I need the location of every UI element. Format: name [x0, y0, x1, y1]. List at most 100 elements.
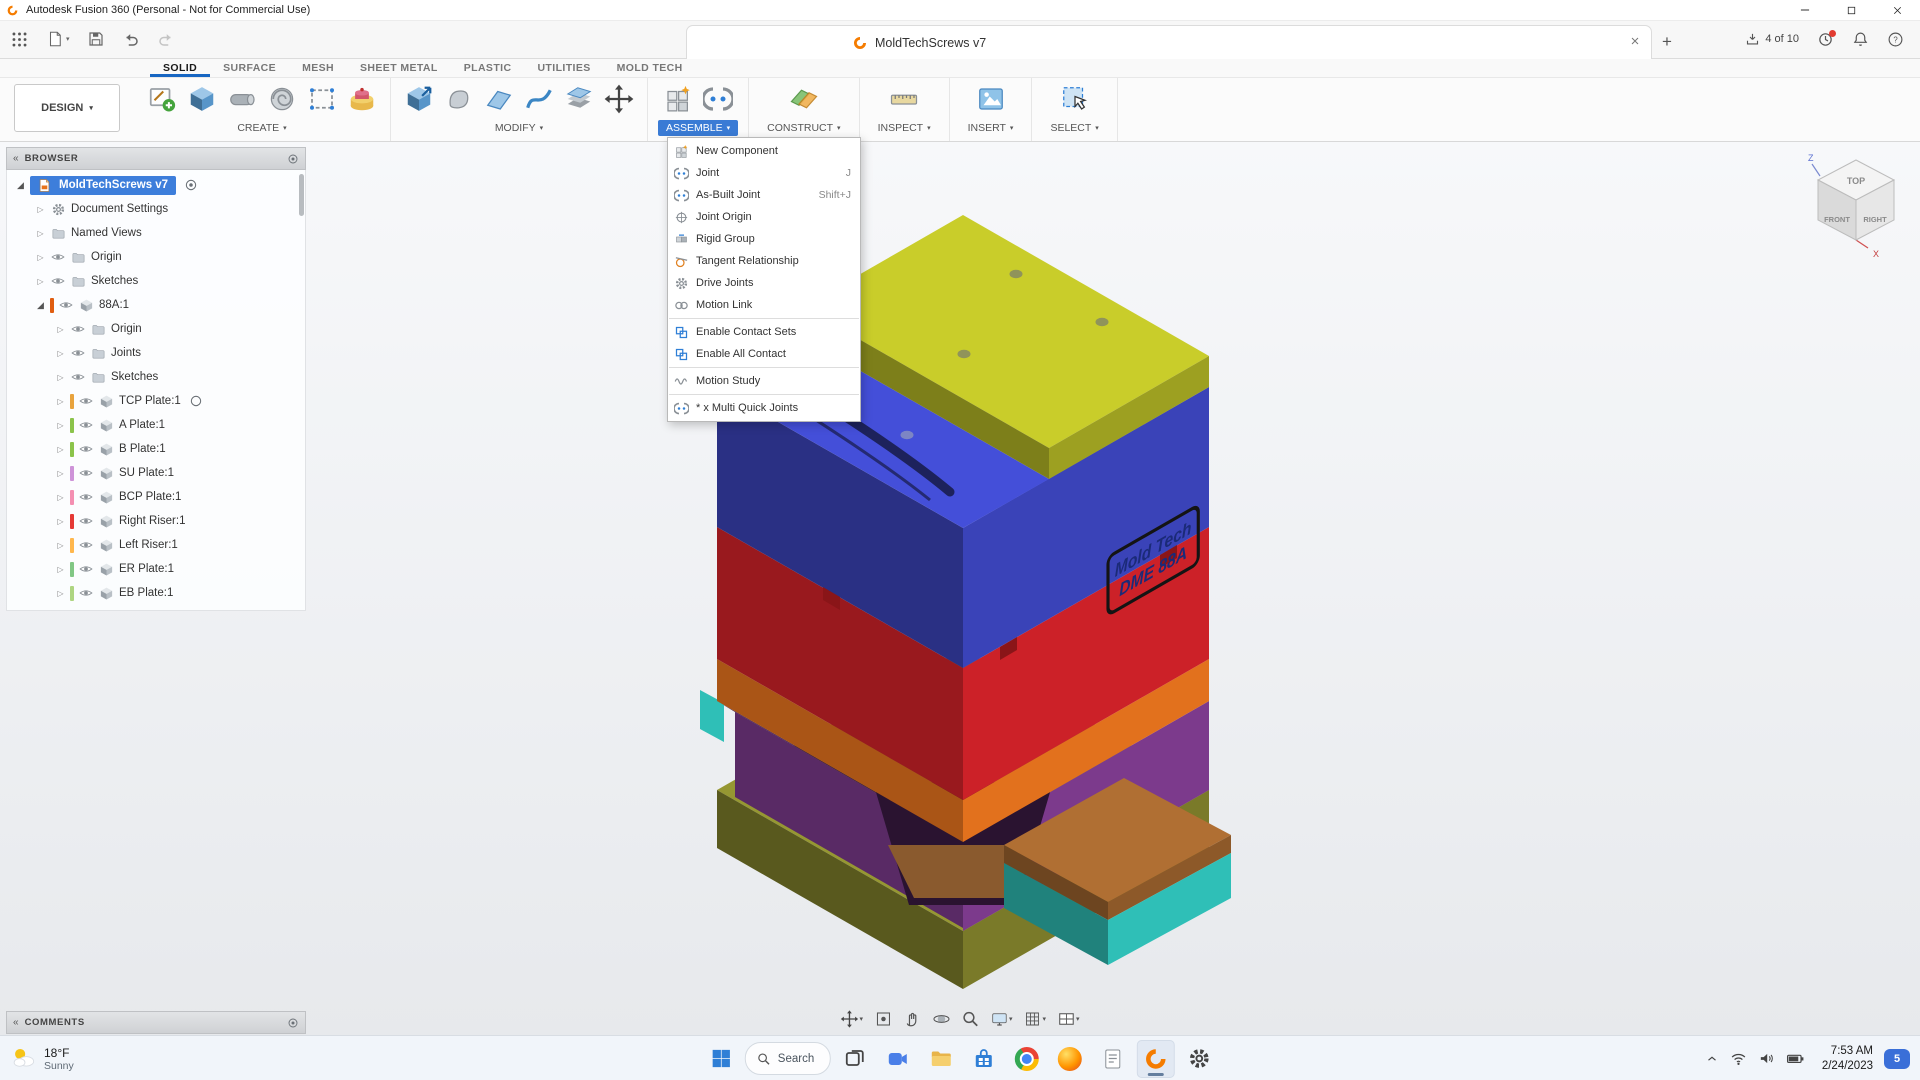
collapse-panel-icon[interactable]: «	[13, 153, 19, 164]
expand-toggle-icon[interactable]: ▷	[53, 541, 68, 550]
notification-count-badge[interactable]: 5	[1884, 1049, 1910, 1069]
coil-button[interactable]	[264, 81, 300, 117]
cylinder-button[interactable]	[224, 81, 260, 117]
taskbar-clock[interactable]: 7:53 AM 2/24/2023	[1822, 1044, 1873, 1074]
save-button[interactable]	[87, 30, 105, 48]
expand-toggle-icon[interactable]: ▷	[53, 565, 68, 574]
file-menu-button[interactable]: ▾	[46, 30, 70, 48]
press-pull-button[interactable]	[401, 81, 437, 117]
group-label-inspect[interactable]: INSPECT▾	[870, 120, 939, 136]
workspace-selector-button[interactable]: DESIGN ▾	[14, 84, 120, 132]
item-label[interactable]: Joints	[111, 347, 141, 359]
menu-item-as-built-joint[interactable]: As-Built JointShift+J	[668, 184, 860, 206]
zoom-button[interactable]	[957, 1008, 983, 1030]
menu-item-joint-origin[interactable]: Joint Origin	[668, 206, 860, 228]
create-sketch-button[interactable]	[144, 81, 180, 117]
start-button[interactable]	[702, 1040, 740, 1078]
browser-row-origin[interactable]: ▷Origin	[7, 317, 305, 341]
browser-row-a-plate-1[interactable]: ▷ A Plate:1	[7, 413, 305, 437]
help-button[interactable]: ?	[1887, 31, 1904, 48]
app-grid-menu-button[interactable]	[10, 30, 29, 49]
job-status[interactable]: 4 of 10	[1745, 32, 1799, 47]
browser-row-moldtechscrews-v7[interactable]: ◢MoldTechScrews v7	[7, 173, 305, 197]
wifi-icon[interactable]	[1730, 1050, 1747, 1067]
expand-toggle-icon[interactable]: ◢	[33, 300, 48, 311]
item-label[interactable]: 88A:1	[99, 299, 129, 311]
visibility-eye-icon[interactable]	[49, 274, 67, 288]
expand-toggle-icon[interactable]: ▷	[53, 349, 68, 358]
browser-row-b-plate-1[interactable]: ▷B Plate:1	[7, 437, 305, 461]
expand-toggle-icon[interactable]: ▷	[53, 397, 68, 406]
viewcube-top-label[interactable]: TOP	[1847, 176, 1865, 186]
minimize-button[interactable]	[1782, 0, 1828, 20]
redo-button[interactable]	[157, 30, 175, 48]
visibility-eye-icon[interactable]	[69, 370, 87, 384]
item-label[interactable]: Sketches	[111, 371, 158, 383]
chat-taskbar-icon[interactable]	[879, 1040, 917, 1078]
expand-toggle-icon[interactable]: ▷	[53, 493, 68, 502]
item-label[interactable]: Document Settings	[71, 203, 168, 215]
menu-item-enable-all-contact[interactable]: Enable All Contact	[668, 343, 860, 365]
group-label-construct[interactable]: CONSTRUCT▾	[759, 120, 848, 136]
browser-row-88a-1[interactable]: ◢ 88A:1	[7, 293, 305, 317]
insert-canvas-button[interactable]	[973, 81, 1009, 117]
item-label[interactable]: A Plate:1	[119, 419, 165, 431]
group-label-create[interactable]: CREATE▾	[229, 120, 294, 136]
browser-row-named-views[interactable]: ▷Named Views	[7, 221, 305, 245]
browser-row-document-settings[interactable]: ▷Document Settings	[7, 197, 305, 221]
browser-panel-header[interactable]: « BROWSER	[6, 147, 306, 170]
tab-close-icon[interactable]	[1629, 35, 1641, 47]
visibility-eye-icon[interactable]	[69, 322, 87, 336]
menu-item-new-component[interactable]: New Component	[668, 140, 860, 162]
menu-item-motion-study[interactable]: Motion Study	[668, 370, 860, 392]
free-orbit-button[interactable]	[928, 1008, 954, 1030]
microsoft-store-taskbar-icon[interactable]	[965, 1040, 1003, 1078]
expand-toggle-icon[interactable]: ▷	[33, 253, 48, 262]
fusion-360-taskbar-icon[interactable]	[1137, 1040, 1175, 1078]
notepad-taskbar-icon[interactable]	[1094, 1040, 1132, 1078]
menu-item-motion-link[interactable]: Motion Link	[668, 294, 860, 316]
item-label[interactable]: SU Plate:1	[119, 467, 174, 479]
browser-row-origin[interactable]: ▷ Origin	[7, 245, 305, 269]
expand-toggle-icon[interactable]: ▷	[33, 277, 48, 286]
close-button[interactable]	[1874, 0, 1920, 20]
ribbon-tab-mesh[interactable]: MESH	[289, 58, 347, 77]
visibility-eye-icon[interactable]	[77, 586, 95, 600]
ribbon-tab-mold-tech[interactable]: MOLD TECH	[604, 58, 696, 77]
group-label-select[interactable]: SELECT▾	[1042, 120, 1106, 136]
item-label[interactable]: EB Plate:1	[119, 587, 173, 599]
chrome-taskbar-icon[interactable]	[1008, 1040, 1046, 1078]
menu-item-joint[interactable]: JointJ	[668, 162, 860, 184]
group-label-modify[interactable]: MODIFY▾	[487, 120, 551, 136]
firefox-taskbar-icon[interactable]	[1051, 1040, 1089, 1078]
hidden-icons-chevron[interactable]	[1705, 1052, 1719, 1066]
expand-toggle-icon[interactable]: ▷	[33, 229, 48, 238]
combine-button[interactable]	[521, 81, 557, 117]
browser-row-er-plate-1[interactable]: ▷ER Plate:1	[7, 557, 305, 581]
visibility-eye-icon[interactable]	[77, 514, 95, 528]
browser-row-tcp-plate-1[interactable]: ▷ TCP Plate:1	[7, 389, 305, 413]
browser-row-eb-plate-1[interactable]: ▷EB Plate:1	[7, 581, 305, 605]
ribbon-tab-surface[interactable]: SURFACE	[210, 58, 289, 77]
expand-toggle-icon[interactable]: ▷	[53, 421, 68, 430]
browser-row-sketches[interactable]: ▷ Sketches	[7, 365, 305, 389]
task-view-taskbar-icon[interactable]	[836, 1040, 874, 1078]
selection-circle-icon[interactable]	[187, 394, 205, 408]
ribbon-tab-sheet-metal[interactable]: SHEET METAL	[347, 58, 451, 77]
visibility-eye-icon[interactable]	[77, 418, 95, 432]
primitives-button[interactable]	[344, 81, 380, 117]
document-tab[interactable]: MoldTechScrews v7	[686, 25, 1652, 59]
comments-collapse-icon[interactable]: «	[13, 1017, 19, 1028]
item-label[interactable]: Right Riser:1	[119, 515, 185, 527]
viewcube-front-label[interactable]: FRONT	[1824, 215, 1850, 224]
expand-toggle-icon[interactable]: ▷	[53, 373, 68, 382]
item-label[interactable]: Origin	[91, 251, 122, 263]
menu-item-enable-contact-sets[interactable]: Enable Contact Sets	[668, 321, 860, 343]
split-body-button[interactable]	[561, 81, 597, 117]
orbit-button[interactable]: ▾	[836, 1008, 867, 1030]
item-label[interactable]: TCP Plate:1	[119, 395, 181, 407]
browser-row-right-riser-1[interactable]: ▷Right Riser:1	[7, 509, 305, 533]
visibility-eye-icon[interactable]	[77, 442, 95, 456]
browser-row-bcp-plate-1[interactable]: ▷BCP Plate:1	[7, 485, 305, 509]
new-component-button[interactable]	[660, 81, 696, 117]
